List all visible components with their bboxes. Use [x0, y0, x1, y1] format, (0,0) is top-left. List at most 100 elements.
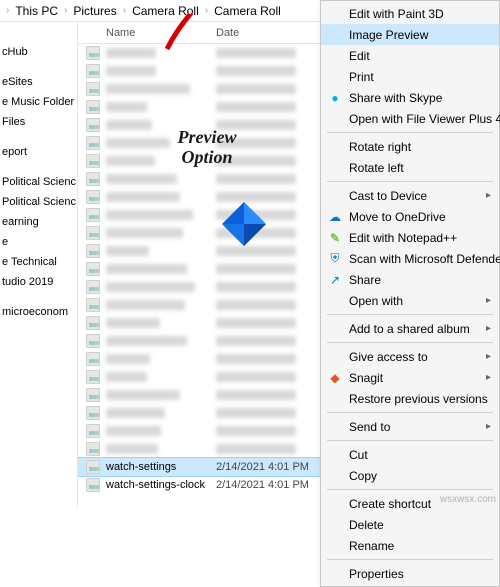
watermark: wsxwsx.com: [440, 494, 496, 505]
menu-item[interactable]: Rename: [321, 535, 499, 556]
column-header-date[interactable]: Date: [216, 27, 336, 39]
menu-item[interactable]: Copy: [321, 465, 499, 486]
menu-separator: [327, 559, 493, 560]
file-name: watch-settings: [106, 461, 216, 473]
menu-separator: [327, 314, 493, 315]
file-thumbnail-icon: [86, 424, 100, 438]
menu-item[interactable]: Add to a shared album: [321, 318, 499, 339]
menu-separator: [327, 412, 493, 413]
menu-separator: [327, 489, 493, 490]
skype-icon: [327, 90, 343, 106]
menu-item[interactable]: Cast to Device: [321, 185, 499, 206]
menu-item[interactable]: Snagit: [321, 367, 499, 388]
menu-item[interactable]: Restore previous versions: [321, 388, 499, 409]
file-thumbnail-icon: [86, 172, 100, 186]
file-date: 2/14/2021 4:01 PM: [216, 461, 336, 473]
breadcrumb-item[interactable]: Camera Roll: [130, 4, 201, 18]
menu-item-label: Rename: [349, 539, 394, 553]
menu-item[interactable]: Image Preview: [321, 24, 499, 45]
menu-item-label: Copy: [349, 469, 377, 483]
file-date: 2/14/2021 4:01 PM: [216, 479, 336, 491]
chevron-right-icon: ›: [6, 5, 9, 16]
menu-item[interactable]: Delete: [321, 514, 499, 535]
breadcrumb-item[interactable]: This PC: [13, 4, 60, 18]
cloud-icon: [327, 209, 343, 225]
menu-item[interactable]: Share: [321, 269, 499, 290]
nav-tree-item[interactable]: Political Scienc: [0, 192, 77, 212]
snagit-icon: [327, 370, 343, 386]
file-thumbnail-icon: [86, 460, 100, 474]
menu-separator: [327, 342, 493, 343]
file-thumbnail-icon: [86, 244, 100, 258]
nav-tree-item[interactable]: eport: [0, 142, 77, 162]
menu-item-label: Edit with Paint 3D: [349, 7, 444, 21]
menu-item-label: Image Preview: [349, 28, 428, 42]
menu-item-label: Move to OneDrive: [349, 210, 446, 224]
shield-icon: [327, 251, 343, 267]
nav-tree-item[interactable]: Political Scienc: [0, 172, 77, 192]
menu-item[interactable]: Send to: [321, 416, 499, 437]
menu-item-label: Scan with Microsoft Defender...: [349, 252, 500, 266]
menu-item[interactable]: Open with File Viewer Plus 4: [321, 108, 499, 129]
file-thumbnail-icon: [86, 136, 100, 150]
menu-item[interactable]: Scan with Microsoft Defender...: [321, 248, 499, 269]
file-thumbnail-icon: [86, 478, 100, 492]
file-thumbnail-icon: [86, 190, 100, 204]
share-icon: [327, 272, 343, 288]
nav-tree-pane[interactable]: cHub eSitese Music FolderFiles eport Politi…: [0, 22, 78, 507]
menu-item[interactable]: Properties: [321, 563, 499, 584]
menu-item[interactable]: Edit with Paint 3D: [321, 3, 499, 24]
file-thumbnail-icon: [86, 226, 100, 240]
menu-item[interactable]: Rotate left: [321, 157, 499, 178]
menu-item-label: Cut: [349, 448, 368, 462]
menu-item[interactable]: Print: [321, 66, 499, 87]
chevron-right-icon: ›: [64, 5, 67, 16]
menu-item[interactable]: Edit: [321, 45, 499, 66]
menu-item[interactable]: Rotate right: [321, 136, 499, 157]
menu-item-label: Share with Skype: [349, 91, 442, 105]
file-thumbnail-icon: [86, 82, 100, 96]
file-thumbnail-icon: [86, 352, 100, 366]
menu-item-label: Edit with Notepad++: [349, 231, 457, 245]
menu-item[interactable]: Cut: [321, 444, 499, 465]
file-thumbnail-icon: [86, 100, 100, 114]
menu-item-label: Restore previous versions: [349, 392, 488, 406]
menu-item-label: Open with: [349, 294, 403, 308]
file-thumbnail-icon: [86, 262, 100, 276]
column-header-name[interactable]: Name: [106, 27, 216, 39]
nav-tree-item[interactable]: e Music Folder: [0, 92, 77, 112]
breadcrumb-item[interactable]: Pictures: [71, 4, 118, 18]
file-thumbnail-icon: [86, 118, 100, 132]
file-thumbnail-icon: [86, 370, 100, 384]
menu-separator: [327, 132, 493, 133]
nav-tree-item[interactable]: microeconom: [0, 302, 77, 322]
menu-item[interactable]: Move to OneDrive: [321, 206, 499, 227]
file-thumbnail-icon: [86, 280, 100, 294]
chevron-right-icon: ›: [205, 5, 208, 16]
npp-icon: [327, 230, 343, 246]
breadcrumb-item[interactable]: Camera Roll: [212, 4, 283, 18]
file-thumbnail-icon: [86, 316, 100, 330]
menu-item[interactable]: Share with Skype: [321, 87, 499, 108]
menu-item[interactable]: Open with: [321, 290, 499, 311]
nav-tree-item[interactable]: eSites: [0, 72, 77, 92]
nav-tree-item[interactable]: Files: [0, 112, 77, 132]
menu-separator: [327, 440, 493, 441]
nav-tree-item[interactable]: e Technical: [0, 252, 77, 272]
menu-item-label: Rotate left: [349, 161, 404, 175]
menu-item-label: Properties: [349, 567, 404, 581]
menu-item-label: Create shortcut: [349, 497, 431, 511]
nav-tree-item[interactable]: e: [0, 232, 77, 252]
nav-tree-item[interactable]: cHub: [0, 42, 77, 62]
menu-item-label: Snagit: [349, 371, 383, 385]
menu-item[interactable]: Give access to: [321, 346, 499, 367]
nav-tree-item[interactable]: tudio 2019: [0, 272, 77, 292]
menu-separator: [327, 181, 493, 182]
menu-item-label: Print: [349, 70, 374, 84]
menu-item[interactable]: Edit with Notepad++: [321, 227, 499, 248]
menu-item-label: Open with File Viewer Plus 4: [349, 112, 500, 126]
nav-tree-item[interactable]: earning: [0, 212, 77, 232]
menu-item-label: Delete: [349, 518, 384, 532]
file-thumbnail-icon: [86, 334, 100, 348]
menu-item-label: Give access to: [349, 350, 428, 364]
